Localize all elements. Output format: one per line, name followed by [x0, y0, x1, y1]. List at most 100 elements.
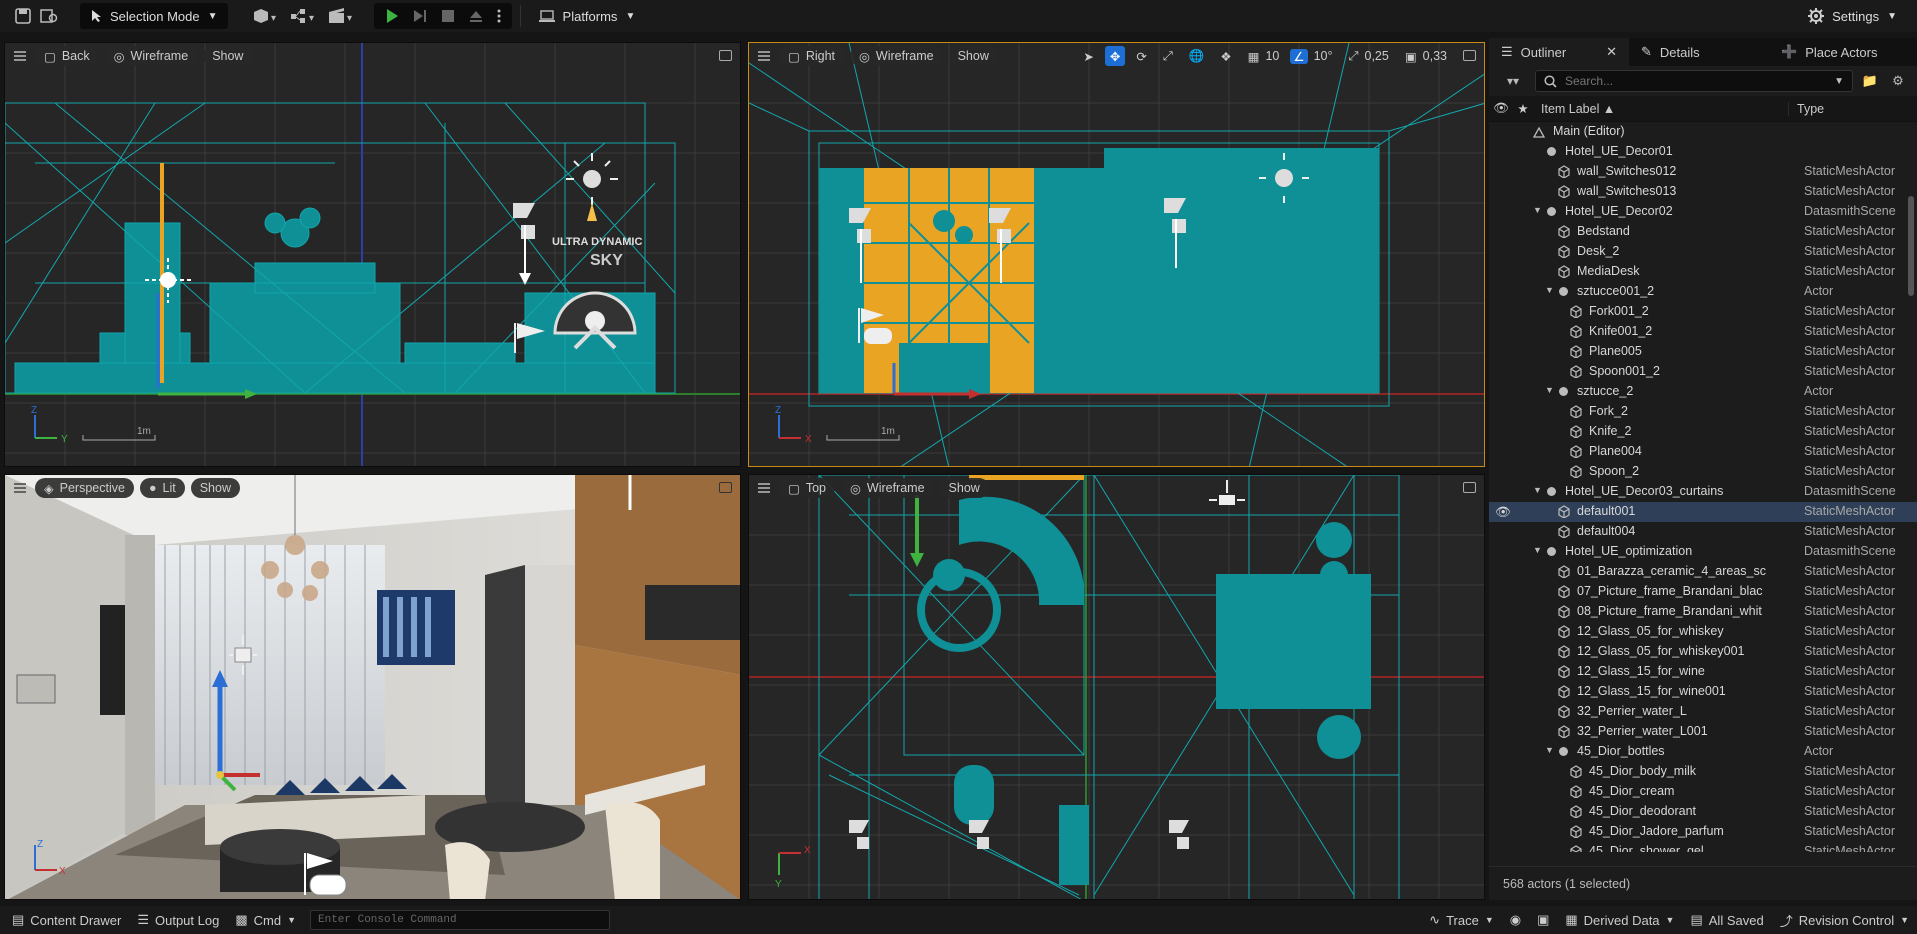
content-drawer-button[interactable]: ▤ Content Drawer: [4, 906, 129, 934]
outliner-scrollbar[interactable]: [1908, 196, 1914, 296]
viewport-menu-icon[interactable]: [755, 479, 773, 497]
scale-snap[interactable]: ⤢ 0,25: [1343, 46, 1393, 66]
viewport-menu-icon[interactable]: [11, 479, 29, 497]
outliner-row[interactable]: 45_Dior_Jadore_parfum StaticMeshActor: [1489, 822, 1917, 842]
maximize-icon[interactable]: [719, 50, 732, 61]
outliner-row[interactable]: 32_Perrier_water_L001 StaticMeshActor: [1489, 722, 1917, 742]
rotation-snap[interactable]: ∠ 10°: [1290, 46, 1337, 66]
maximize-icon[interactable]: [1463, 50, 1476, 61]
expand-arrow-icon[interactable]: ▼: [1545, 285, 1554, 295]
scale-tool[interactable]: ⤢: [1158, 46, 1178, 66]
outliner-row[interactable]: Fork001_2 StaticMeshActor: [1489, 302, 1917, 322]
expand-arrow-icon[interactable]: ▼: [1545, 385, 1554, 395]
world-local-toggle[interactable]: 🌐: [1184, 46, 1210, 66]
trace-dropdown[interactable]: ∿ Trace ▼: [1421, 906, 1502, 934]
browse-icon[interactable]: [36, 3, 62, 29]
outliner-row[interactable]: Spoon001_2 StaticMeshActor: [1489, 362, 1917, 382]
outliner-row[interactable]: ▼ sztucce_2 Actor: [1489, 382, 1917, 402]
outliner-row[interactable]: ▼ sztucce001_2 Actor: [1489, 282, 1917, 302]
show-button[interactable]: Show: [939, 478, 989, 498]
add-actor-icon[interactable]: ▾: [248, 3, 284, 29]
add-folder-icon[interactable]: 📁: [1859, 68, 1881, 94]
outliner-search[interactable]: ▼: [1535, 70, 1853, 92]
maximize-icon[interactable]: [1463, 482, 1476, 493]
outliner-row[interactable]: 12_Glass_15_for_wine StaticMeshActor: [1489, 662, 1917, 682]
expand-arrow-icon[interactable]: ▼: [1533, 545, 1542, 555]
camera-speed[interactable]: ▣ 0,33: [1400, 46, 1452, 66]
outliner-row[interactable]: 45_Dior_body_milk StaticMeshActor: [1489, 762, 1917, 782]
outliner-row[interactable]: 07_Picture_frame_Brandani_blac StaticMesh…: [1489, 582, 1917, 602]
play-icon[interactable]: [378, 3, 406, 29]
view-mode-button[interactable]: ◎ Wireframe: [104, 46, 198, 66]
expand-arrow-icon[interactable]: ▼: [1533, 485, 1542, 495]
outliner-row[interactable]: ▼ Hotel_UE_optimization DatasmithScene: [1489, 542, 1917, 562]
outliner-row[interactable]: Knife001_2 StaticMeshActor: [1489, 322, 1917, 342]
save-icon[interactable]: [10, 3, 36, 29]
maximize-icon[interactable]: [719, 482, 732, 493]
selection-mode-dropdown[interactable]: Selection Mode ▼: [80, 3, 228, 29]
outliner-row[interactable]: Desk_2 StaticMeshActor: [1489, 242, 1917, 262]
blueprint-icon[interactable]: ▾: [286, 3, 322, 29]
platforms-dropdown[interactable]: Platforms ▼: [529, 3, 646, 29]
grid-snap[interactable]: ▦ 10: [1243, 46, 1285, 66]
screenshot-button[interactable]: ▣: [1529, 906, 1557, 934]
visibility-icon[interactable]: 👁: [1489, 101, 1513, 116]
outliner-row[interactable]: Knife_2 StaticMeshActor: [1489, 422, 1917, 442]
show-button[interactable]: Show: [203, 46, 253, 66]
search-input[interactable]: [1565, 74, 1827, 88]
outliner-row[interactable]: ▼ 45_Dior_bottles Actor: [1489, 742, 1917, 762]
outliner-row[interactable]: 08_Picture_frame_Brandani_whit StaticMesh…: [1489, 602, 1917, 622]
viewport-top[interactable]: ▢ Top ◎ Wireframe Show X Y: [748, 474, 1485, 900]
viewport-perspective[interactable]: Z X ◈ Perspective ● Lit Show: [4, 474, 741, 900]
surface-snap[interactable]: ❖: [1215, 46, 1236, 66]
outliner-row[interactable]: 12_Glass_05_for_whiskey StaticMeshActor: [1489, 622, 1917, 642]
col-type[interactable]: Type: [1788, 101, 1824, 116]
show-button[interactable]: Show: [190, 478, 240, 498]
cmd-dropdown[interactable]: ▩ Cmd ▼: [227, 906, 304, 934]
more-options-icon[interactable]: [490, 3, 508, 29]
stop-icon[interactable]: [434, 3, 462, 29]
outliner-row[interactable]: Hotel_UE_Decor01: [1489, 142, 1917, 162]
outliner-row[interactable]: Fork_2 StaticMeshActor: [1489, 402, 1917, 422]
viewport-right[interactable]: ▢ Right ◎ Wireframe Show ➤ ✥ ⟳ ⤢ 🌐 ❖ ▦ 10 ∠…: [748, 42, 1485, 467]
outliner-row[interactable]: Main (Editor): [1489, 122, 1917, 142]
all-saved-button[interactable]: ▤ All Saved: [1682, 906, 1771, 934]
outliner-row[interactable]: 12_Glass_05_for_whiskey001 StaticMeshActo…: [1489, 642, 1917, 662]
outliner-row[interactable]: 32_Perrier_water_L StaticMeshActor: [1489, 702, 1917, 722]
step-icon[interactable]: [406, 3, 434, 29]
translate-tool[interactable]: ✥: [1104, 46, 1126, 66]
outliner-row[interactable]: wall_Switches013 StaticMeshActor: [1489, 182, 1917, 202]
outliner-row[interactable]: Spoon_2 StaticMeshActor: [1489, 462, 1917, 482]
viewport-menu-icon[interactable]: [11, 47, 29, 65]
view-type-button[interactable]: ◈ Perspective: [35, 478, 134, 498]
cinematics-icon[interactable]: ▾: [324, 3, 360, 29]
outliner-row[interactable]: ▼ Hotel_UE_Decor03_curtains DatasmithScene: [1489, 482, 1917, 502]
tab-outliner[interactable]: ☰ Outliner ✕: [1489, 38, 1629, 66]
outliner-row[interactable]: 45_Dior_deodorant StaticMeshActor: [1489, 802, 1917, 822]
revision-control-dropdown[interactable]: ⤴ Revision Control ▼: [1772, 906, 1917, 934]
expand-arrow-icon[interactable]: ▼: [1545, 745, 1554, 755]
filter-icon[interactable]: ▾▾: [1497, 68, 1529, 94]
record-button[interactable]: ◉: [1502, 906, 1529, 934]
select-tool[interactable]: ➤: [1078, 46, 1098, 66]
tab-details[interactable]: ✎ Details: [1629, 38, 1769, 66]
view-mode-button[interactable]: ◎ Wireframe: [850, 46, 943, 66]
visibility-icon[interactable]: 👁: [1495, 505, 1511, 520]
gear-icon[interactable]: ⚙: [1887, 68, 1909, 94]
view-mode-button[interactable]: ● Lit: [139, 478, 185, 498]
pin-icon[interactable]: ★: [1513, 101, 1533, 116]
view-type-button[interactable]: ▢ Top: [779, 478, 835, 498]
outliner-row[interactable]: 45_Dior_cream StaticMeshActor: [1489, 782, 1917, 802]
output-log-button[interactable]: ☰ Output Log: [129, 906, 227, 934]
outliner-row[interactable]: Plane005 StaticMeshActor: [1489, 342, 1917, 362]
outliner-row[interactable]: 01_Barazza_ceramic_4_areas_sc StaticMeshA…: [1489, 562, 1917, 582]
viewport-back[interactable]: ▢ Back ◎ Wireframe Show ULTRA DYNAMIC SK…: [4, 42, 741, 467]
col-item-label[interactable]: Item Label ▲: [1533, 102, 1788, 116]
outliner-row[interactable]: Plane004 StaticMeshActor: [1489, 442, 1917, 462]
outliner-row[interactable]: 45_Dior_shower_gel StaticMeshActor: [1489, 842, 1917, 852]
derived-data-dropdown[interactable]: ▦ Derived Data ▼: [1557, 906, 1682, 934]
eject-icon[interactable]: [462, 3, 490, 29]
tab-place-actors[interactable]: ➕ Place Actors: [1769, 38, 1889, 66]
console-input[interactable]: Enter Console Command: [310, 910, 610, 930]
outliner-row[interactable]: default004 StaticMeshActor: [1489, 522, 1917, 542]
